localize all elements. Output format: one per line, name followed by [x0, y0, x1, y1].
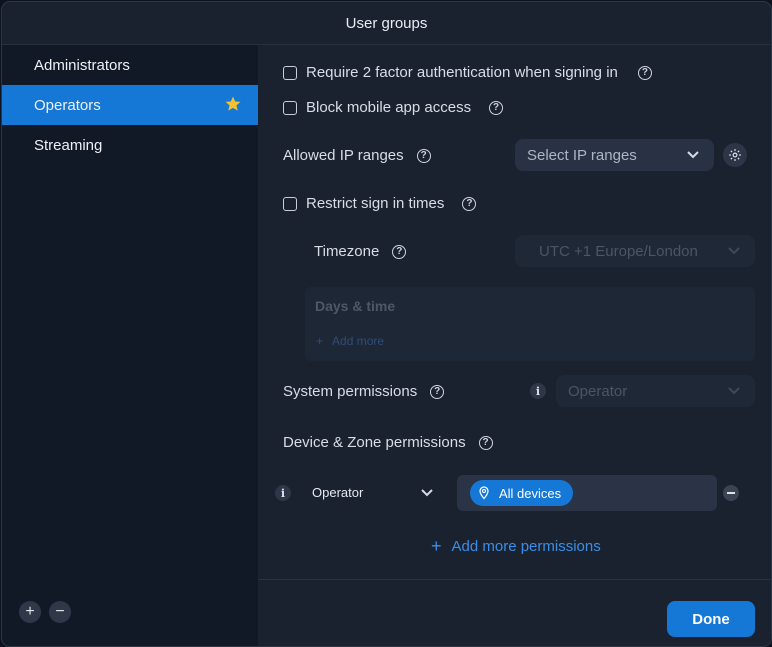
timezone-row: Timezone ?	[314, 243, 407, 260]
devperm-row: Device & Zone permissions ?	[283, 434, 493, 451]
help-icon[interactable]: ?	[416, 148, 431, 163]
twofa-label: Require 2 factor authentication when sig…	[306, 64, 618, 81]
sidebar-item-administrators[interactable]: Administrators	[2, 45, 258, 85]
remove-group-button[interactable]: −	[49, 601, 71, 623]
info-icon[interactable]: i	[530, 383, 546, 399]
chevron-down-icon	[687, 151, 699, 159]
twofa-row: Require 2 factor authentication when sig…	[283, 64, 652, 81]
mobile-label: Block mobile app access	[306, 99, 472, 116]
add-group-button[interactable]: +	[19, 601, 41, 623]
ip-range-placeholder: Select IP ranges	[527, 146, 637, 164]
plus-icon: +	[431, 536, 442, 556]
sidebar-item-label: Administrators	[34, 56, 130, 74]
dialog-title: User groups	[2, 2, 771, 45]
help-icon[interactable]: ?	[462, 196, 477, 211]
mobile-row: Block mobile app access ?	[283, 99, 504, 116]
add-more-link[interactable]: + Add more	[316, 334, 384, 348]
days-time-label: Days & time	[315, 298, 396, 314]
done-button[interactable]: Done	[667, 601, 755, 637]
help-icon[interactable]: ?	[430, 384, 445, 399]
sidebar-item-operators[interactable]: Operators	[2, 85, 258, 125]
add-perm-label: Add more permissions	[451, 538, 601, 555]
star-icon[interactable]	[224, 95, 242, 113]
timezone-value: UTC +1 Europe/London	[539, 242, 698, 260]
remove-permission-button[interactable]	[723, 485, 739, 501]
dialog-footer: Done	[258, 579, 771, 646]
restrict-label: Restrict sign in times	[306, 195, 445, 212]
help-icon[interactable]: ?	[392, 244, 407, 259]
perm-role-value: Operator	[312, 485, 364, 500]
plus-icon: +	[316, 334, 324, 348]
location-pin-icon	[479, 486, 489, 500]
add-more-label: Add more	[332, 334, 385, 348]
perm-role-select[interactable]: Operator	[312, 485, 434, 500]
help-icon[interactable]: ?	[637, 65, 652, 80]
restrict-row: Restrict sign in times ?	[283, 195, 477, 212]
restrict-checkbox[interactable]	[283, 196, 297, 211]
help-icon[interactable]: ?	[489, 100, 504, 115]
twofa-checkbox[interactable]	[283, 65, 297, 80]
sidebar-item-label: Streaming	[34, 136, 103, 154]
group-settings-panel: Require 2 factor authentication when sig…	[258, 45, 771, 579]
group-sidebar: Administrators Operators Streaming + −	[2, 45, 258, 646]
chip-label: All devices	[499, 485, 562, 501]
perm-scope-panel[interactable]: All devices	[457, 475, 717, 511]
ip-label: Allowed IP ranges	[283, 147, 404, 164]
sidebar-item-label: Operators	[34, 96, 101, 114]
ip-range-select[interactable]: Select IP ranges	[515, 139, 714, 171]
ip-row: Allowed IP ranges ?	[283, 147, 431, 164]
chevron-down-icon	[728, 247, 740, 255]
timezone-select[interactable]: UTC +1 Europe/London	[515, 235, 755, 267]
chevron-down-icon	[728, 387, 740, 395]
gear-icon[interactable]	[723, 143, 747, 167]
info-icon[interactable]: i	[275, 485, 291, 501]
sidebar-item-streaming[interactable]: Streaming	[2, 125, 258, 165]
add-more-permissions-link[interactable]: + Add more permissions	[431, 536, 601, 557]
help-icon[interactable]: ?	[478, 435, 493, 450]
devperm-label: Device & Zone permissions	[283, 434, 466, 451]
sysperm-row: System permissions ?	[283, 383, 445, 400]
all-devices-chip[interactable]: All devices	[470, 480, 574, 506]
sysperm-value: Operator	[568, 382, 628, 400]
mobile-checkbox[interactable]	[283, 100, 297, 115]
chevron-down-icon	[421, 488, 434, 496]
sysperm-select[interactable]: Operator	[556, 375, 755, 407]
user-groups-dialog: User groups Administrators Operators Str…	[1, 1, 772, 647]
sysperm-label: System permissions	[283, 383, 418, 400]
days-time-box: Days & time + Add more	[305, 287, 755, 361]
timezone-label: Timezone	[314, 243, 380, 260]
